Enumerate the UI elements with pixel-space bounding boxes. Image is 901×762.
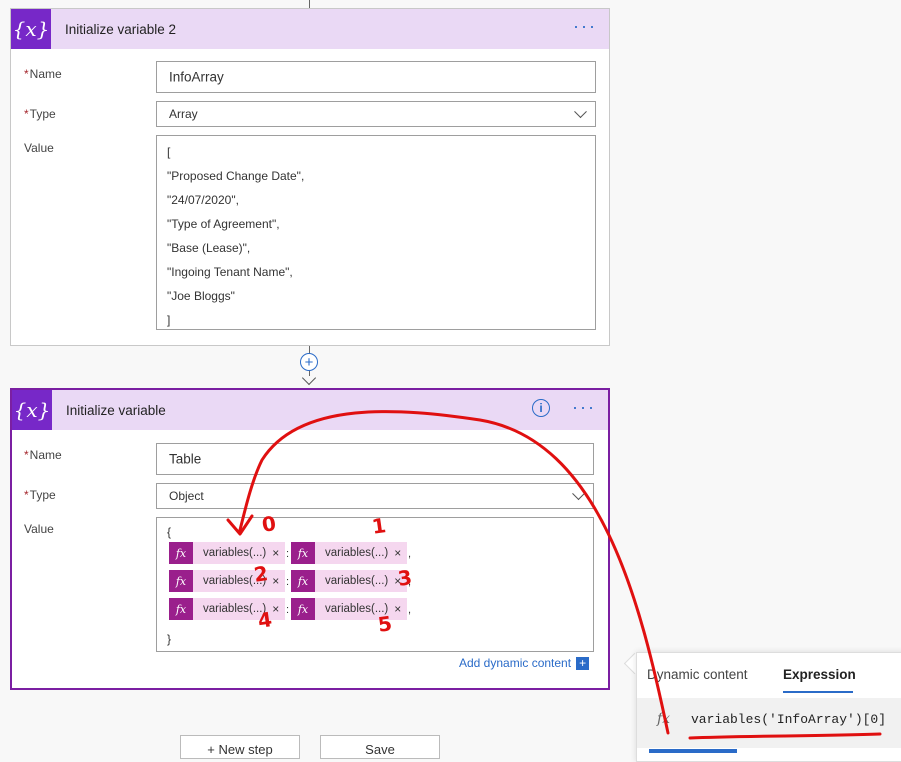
dynamic-content-panel: Dynamic content Expression fx variables(… (636, 652, 901, 762)
remove-token-icon[interactable]: × (394, 602, 407, 616)
add-dynamic-content-link[interactable]: Add dynamic content + (459, 656, 590, 670)
name-input-value: Table (169, 451, 202, 467)
token-label: variables(...) (325, 547, 389, 559)
name-label: *Name (24, 67, 62, 81)
required-marker: * (24, 67, 29, 81)
more-options-icon[interactable]: ··· (573, 17, 597, 35)
value-line: "Base (Lease)", (167, 241, 251, 255)
name-input[interactable]: InfoArray (156, 61, 596, 93)
function-icon: fx (169, 598, 193, 620)
variable-icon: {x} (11, 9, 51, 49)
variable-icon: {x} (12, 390, 52, 430)
value-textarea[interactable]: [ "Proposed Change Date", "24/07/2020", "Ty… (156, 135, 596, 330)
initialize-variable-card[interactable]: {x} Initialize variable i ··· *Name Tabl… (10, 388, 610, 690)
value-line: [ (167, 145, 171, 159)
value-label: Value (24, 522, 54, 536)
required-marker: * (24, 488, 29, 502)
function-icon: fx (169, 570, 193, 592)
open-brace: { (167, 525, 172, 539)
type-select[interactable]: Array (156, 101, 596, 127)
token-label: variables(...) (203, 547, 267, 559)
chevron-down-icon (574, 105, 587, 119)
token-label: variables(...) (325, 575, 389, 587)
initialize-variable-2-card[interactable]: {x} Initialize variable 2 ··· *Name Info… (10, 8, 610, 346)
close-brace: } (167, 632, 172, 646)
separator: : (286, 604, 290, 616)
card-title: Initialize variable (66, 402, 166, 418)
function-icon: fx (291, 570, 315, 592)
value-line: "Joe Bloggs" (167, 289, 235, 303)
info-icon[interactable]: i (532, 399, 550, 417)
top-connector-line (309, 0, 310, 8)
ok-button[interactable] (649, 749, 737, 753)
expression-token[interactable]: fx variables(...) × (291, 542, 408, 564)
value-line: "Type of Agreement", (167, 217, 280, 231)
required-marker: * (24, 448, 29, 462)
card-header[interactable]: {x} Initialize variable 2 ··· (11, 9, 609, 49)
value-line: "Proposed Change Date", (167, 169, 305, 183)
save-button[interactable]: Save (320, 735, 440, 759)
name-input[interactable]: Table (156, 443, 594, 475)
name-label: *Name (24, 448, 62, 462)
remove-token-icon[interactable]: × (272, 574, 285, 588)
remove-token-icon[interactable]: × (272, 546, 285, 560)
function-icon: fx (657, 711, 671, 727)
value-line: "24/07/2020", (167, 193, 239, 207)
add-icon: + (576, 656, 590, 670)
expression-token[interactable]: fx variables(...) × (291, 570, 408, 592)
chevron-down-icon (572, 487, 585, 501)
active-tab-indicator (783, 691, 853, 693)
expression-value[interactable]: variables('InfoArray')[0] (691, 712, 886, 727)
type-select-value: Object (169, 489, 204, 503)
card-title: Initialize variable 2 (65, 21, 177, 37)
add-dynamic-content-label: Add dynamic content (459, 656, 572, 670)
tab-expression[interactable]: Expression (783, 667, 856, 682)
arrow-down-icon (301, 370, 317, 386)
function-icon: fx (169, 542, 193, 564)
function-icon: fx (291, 542, 315, 564)
name-input-value: InfoArray (169, 69, 224, 85)
required-marker: * (24, 107, 29, 121)
value-line: "Ingoing Tenant Name", (167, 265, 293, 279)
function-icon: fx (291, 598, 315, 620)
separator: , (408, 548, 412, 560)
type-label: *Type (24, 488, 56, 502)
insert-step-button[interactable]: + (300, 353, 318, 371)
separator: , (408, 604, 412, 616)
separator: : (286, 576, 290, 588)
type-label: *Type (24, 107, 56, 121)
value-label: Value (24, 141, 54, 155)
card-header[interactable]: {x} Initialize variable i ··· (12, 390, 608, 430)
more-options-icon[interactable]: ··· (572, 398, 596, 416)
new-step-button[interactable]: + New step (180, 735, 300, 759)
tab-dynamic-content[interactable]: Dynamic content (647, 667, 748, 682)
remove-token-icon[interactable]: × (272, 602, 285, 616)
separator: : (286, 548, 290, 560)
expression-token[interactable]: fx variables(...) × (169, 542, 286, 564)
remove-token-icon[interactable]: × (394, 546, 407, 560)
value-text: [ "Proposed Change Date", "24/07/2020", "Ty… (167, 144, 304, 336)
type-select[interactable]: Object (156, 483, 594, 509)
value-line: ] (167, 313, 171, 327)
type-select-value: Array (169, 107, 198, 121)
